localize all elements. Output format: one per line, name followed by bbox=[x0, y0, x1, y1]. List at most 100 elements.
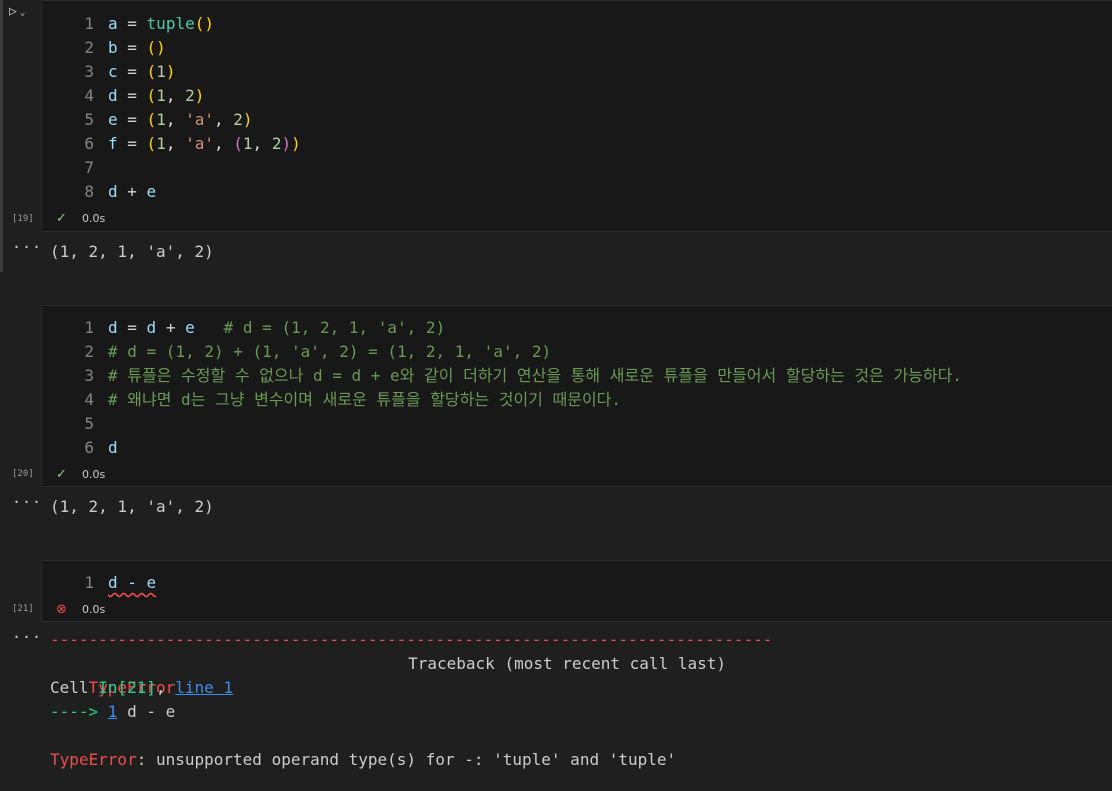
code-cell-3[interactable]: 1 d - e ⊗ 0.0s bbox=[41, 560, 1112, 622]
cell-status: ✓ 0.0s bbox=[56, 210, 105, 228]
code-line[interactable]: 5e = (1, 'a', 2) bbox=[42, 108, 1112, 132]
line-link[interactable]: line 1 bbox=[175, 678, 233, 697]
code-text: d - e bbox=[108, 571, 156, 595]
code-line[interactable]: 5 bbox=[42, 412, 1112, 436]
code-token: = bbox=[117, 62, 147, 81]
execution-count: [19] bbox=[12, 214, 34, 224]
code-token: 2 bbox=[233, 110, 243, 129]
code-token: 2 bbox=[271, 134, 282, 153]
code-text: c = (1) bbox=[108, 60, 175, 84]
code-text: # d = (1, 2) + (1, 'a', 2) = (1, 2, 1, '… bbox=[108, 340, 551, 364]
execution-count: [21] bbox=[12, 604, 34, 614]
line-number: 2 bbox=[84, 342, 94, 361]
code-token: ( bbox=[146, 62, 157, 81]
execution-time: 0.0s bbox=[82, 603, 106, 616]
code-line[interactable]: 2 # d = (1, 2) + (1, 'a', 2) = (1, 2, 1, … bbox=[42, 340, 1112, 364]
check-icon: ✓ bbox=[56, 467, 67, 482]
code-token: = bbox=[117, 134, 147, 153]
traceback-cell-location: Cell In[21], line 1 bbox=[50, 676, 233, 700]
code-text: d = (1, 2) bbox=[108, 84, 204, 108]
code-line[interactable]: 6d bbox=[42, 436, 1112, 460]
line-number-link[interactable]: 1 bbox=[108, 702, 118, 721]
code-token: c bbox=[108, 62, 118, 81]
code-token: e bbox=[108, 110, 118, 129]
code-token: + bbox=[156, 318, 186, 337]
code-text: b = () bbox=[108, 36, 166, 60]
code-token: 1 bbox=[156, 86, 166, 105]
check-icon: ✓ bbox=[56, 211, 67, 226]
code-text: d = d + e # d = (1, 2, 1, 'a', 2) bbox=[108, 316, 445, 340]
code-token: d bbox=[146, 318, 157, 337]
cell-status: ✓ 0.0s bbox=[56, 466, 105, 484]
code-token: 1 bbox=[242, 134, 253, 153]
code-line[interactable]: 7 bbox=[42, 156, 1112, 180]
ellipsis-icon[interactable]: ··· bbox=[12, 238, 42, 256]
code-token: ) bbox=[242, 110, 253, 129]
line-number: 7 bbox=[84, 158, 94, 177]
cell-prefix: Cell bbox=[50, 678, 99, 697]
code-token: tuple bbox=[146, 14, 195, 33]
line-number: 8 bbox=[84, 182, 94, 201]
code-text: d bbox=[108, 436, 118, 460]
line-number: 1 bbox=[84, 573, 94, 592]
code-token: d bbox=[108, 438, 118, 457]
code-token: e bbox=[146, 182, 157, 201]
code-token: = bbox=[117, 14, 147, 33]
execution-count: [20] bbox=[12, 469, 34, 479]
code-token: ) bbox=[165, 62, 176, 81]
traceback-arrow-line: ----> 1 d - e bbox=[50, 700, 175, 724]
run-cell-button[interactable]: ▷ ⌄ bbox=[9, 4, 25, 19]
line-number: 5 bbox=[84, 110, 94, 129]
run-icon: ▷ bbox=[9, 4, 17, 19]
arrow: ----> bbox=[50, 702, 108, 721]
code-line[interactable]: 2 b = () bbox=[42, 36, 1112, 60]
comma: , bbox=[155, 678, 176, 697]
code-line[interactable]: 3 # 튜플은 수정할 수 없으나 d = d + e와 같이 더하기 연산을 통… bbox=[42, 364, 1112, 388]
ellipsis-icon[interactable]: ··· bbox=[12, 493, 42, 511]
line-number: 4 bbox=[84, 86, 94, 105]
code-token: ( bbox=[233, 134, 243, 153]
code-token: e bbox=[185, 318, 195, 337]
code-token: ( bbox=[146, 110, 157, 129]
code-token: = bbox=[117, 318, 147, 337]
execution-time: 0.0s bbox=[82, 212, 106, 225]
line-number: 2 bbox=[84, 38, 94, 57]
line-number: 3 bbox=[84, 62, 94, 81]
code-line[interactable]: 1d = d + e # d = (1, 2, 1, 'a', 2) bbox=[42, 316, 1112, 340]
cell-output: (1, 2, 1, 'a', 2) bbox=[50, 242, 214, 261]
code-text: # 튜플은 수정할 수 없으나 d = d + e와 같이 더하기 연산을 통해… bbox=[108, 364, 962, 388]
code-cell-2[interactable]: 1d = d + e # d = (1, 2, 1, 'a', 2) 2 # d =… bbox=[41, 305, 1112, 487]
error-circle-icon: ⊗ bbox=[56, 602, 67, 617]
code-token: , bbox=[165, 86, 186, 105]
code-token: d bbox=[108, 182, 118, 201]
code-line[interactable]: 1a = tuple() bbox=[42, 12, 1112, 36]
code-token: 1 bbox=[156, 62, 166, 81]
traceback-final-error: TypeError: unsupported operand type(s) f… bbox=[50, 748, 676, 772]
cell-output: (1, 2, 1, 'a', 2) bbox=[50, 497, 214, 516]
line-number: 3 bbox=[84, 366, 94, 385]
code-line[interactable]: 6f = (1, 'a', (1, 2)) bbox=[42, 132, 1112, 156]
code-token: = bbox=[117, 110, 147, 129]
traceback-separator: ----------------------------------------… bbox=[50, 630, 773, 649]
final-error-message: : unsupported operand type(s) for -: 'tu… bbox=[136, 750, 677, 769]
code-token: () bbox=[194, 14, 214, 33]
code-cell-1[interactable]: 1a = tuple() 2 b = () 3 c = (1) 4 d = (1, 2) 5 e… bbox=[41, 0, 1112, 232]
code-line[interactable]: 1 d - e bbox=[42, 571, 1112, 595]
code-line[interactable]: 8d + e bbox=[42, 180, 1112, 204]
code-token: 2 bbox=[185, 86, 195, 105]
cell-focus-bar bbox=[0, 0, 3, 272]
code-text: a = tuple() bbox=[108, 12, 214, 36]
code-line[interactable]: 3c = (1) bbox=[42, 60, 1112, 84]
execution-time: 0.0s bbox=[82, 468, 106, 481]
code-line[interactable]: 4 d = (1, 2) bbox=[42, 84, 1112, 108]
cell-ref: In[21] bbox=[98, 678, 156, 697]
code-line[interactable]: 4 # 왜냐면 d는 그냥 변수이며 새로운 튜플을 할당하는 것이기 때문이다. bbox=[42, 388, 1112, 412]
code-token: , bbox=[165, 134, 186, 153]
ellipsis-icon[interactable]: ··· bbox=[12, 628, 42, 646]
code-token: , bbox=[214, 134, 234, 153]
traceback-title: Traceback (most recent call last) bbox=[408, 654, 726, 673]
code-token: + bbox=[117, 182, 147, 201]
chevron-down-icon[interactable]: ⌄ bbox=[20, 8, 25, 18]
line-number: 6 bbox=[84, 438, 94, 457]
code-text: f = (1, 'a', (1, 2)) bbox=[108, 132, 301, 156]
